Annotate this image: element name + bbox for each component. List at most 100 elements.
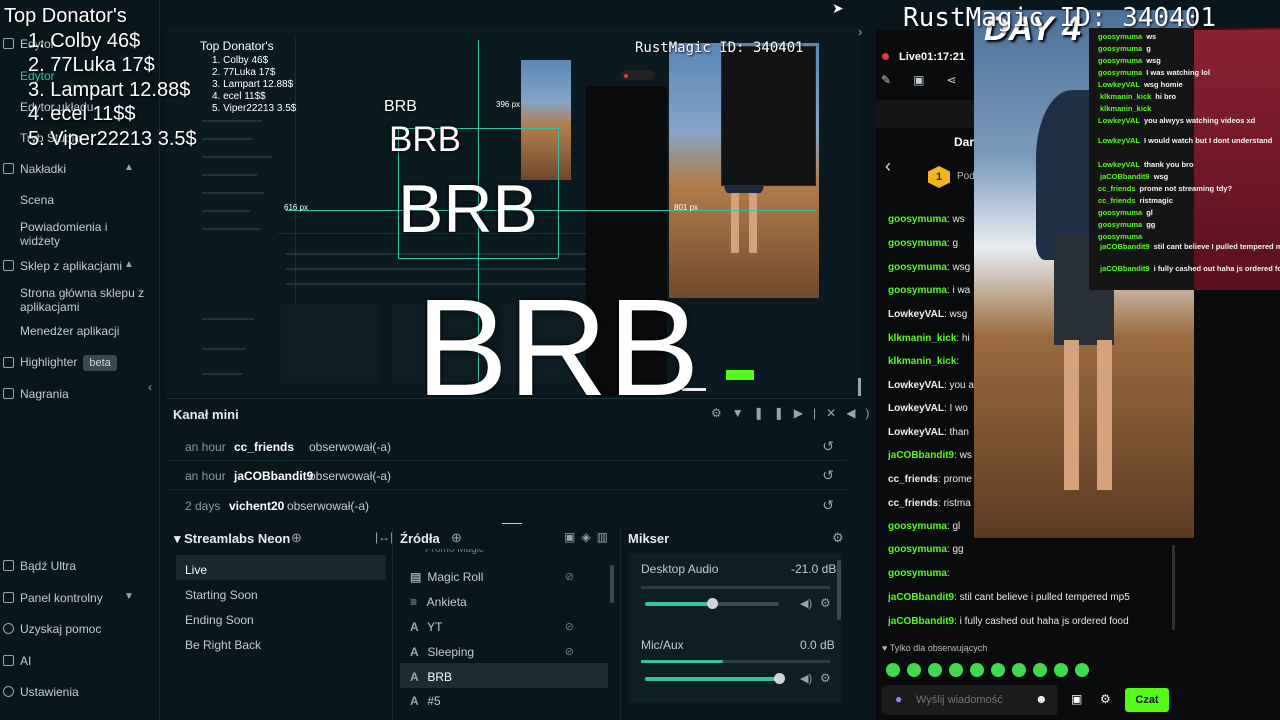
repeat-alert-icon[interactable]: ↺ — [822, 467, 834, 484]
emote-icon[interactable] — [907, 662, 921, 677]
mic-icon[interactable]: ● — [895, 692, 902, 706]
emote-icon[interactable] — [1012, 662, 1026, 677]
chat-username[interactable]: jaCOBbandit9 — [888, 592, 954, 603]
speaker-icon[interactable]: ◀) — [800, 672, 812, 685]
chat-username[interactable]: LowkeyVAL — [888, 380, 944, 391]
back-arrow-icon[interactable]: ‹ — [885, 156, 891, 177]
preview-scrollbar[interactable] — [858, 378, 861, 396]
sidebar-item-settings[interactable]: Ustawienia — [20, 685, 79, 699]
chat-username[interactable]: goosymuma — [888, 521, 947, 532]
sidebar-item-ultra[interactable]: Bądź Ultra — [20, 559, 76, 573]
speaker-icon[interactable]: ◀) — [800, 597, 812, 610]
channel-settings-gear-icon[interactable]: ⚙ — [820, 596, 831, 610]
source-item-yt[interactable]: A YT ⊘ — [400, 613, 608, 638]
chat-toolbar[interactable]: ✎▣⋖ — [881, 73, 978, 87]
volume-slider[interactable] — [645, 673, 785, 684]
mini-feed-controls[interactable]: ⚙▼❚❚▶|✕◀) — [711, 406, 879, 420]
scene-item-be-right-back[interactable]: Be Right Back — [176, 630, 386, 655]
sidebar-item-ai[interactable]: AI — [20, 654, 31, 668]
source-item-5[interactable]: A #5 — [400, 688, 608, 708]
sidebar-item-overlays[interactable]: Nakładki — [20, 162, 66, 176]
mixer-settings-gear-icon[interactable]: ⚙ — [832, 530, 844, 546]
filter-icon[interactable]: ▼ — [732, 406, 754, 420]
collapse-right-icon[interactable]: › — [858, 24, 862, 39]
sidebar-item-app-store[interactable]: Sklep z aplikacjami — [20, 259, 122, 273]
mixer-scrollbar[interactable] — [837, 560, 841, 620]
emote-icon[interactable] — [1054, 662, 1068, 677]
sidebar-item-app-store-home[interactable]: Strona główna sklepu z aplikacjami — [20, 286, 145, 314]
emote-icon[interactable] — [1033, 662, 1047, 677]
volume-slider[interactable] — [645, 598, 779, 609]
chat-username[interactable]: jaCOBbandit9 — [888, 616, 954, 627]
skip-icon[interactable]: ▶| — [794, 406, 826, 420]
pause-icon[interactable]: ❚❚ — [754, 406, 794, 420]
collapse-sidebar-icon[interactable]: ‹ — [148, 380, 152, 394]
stream-preview[interactable]: 396 px 616 px 801 px Top Donator's 1. Co… — [166, 28, 860, 396]
chat-username[interactable]: cc_friends — [888, 498, 938, 509]
emote-icon[interactable] — [970, 662, 984, 677]
add-source-icon[interactable]: ⊕ — [451, 530, 462, 546]
scene-item-starting-soon[interactable]: Starting Soon — [176, 580, 386, 605]
sources-scrollbar[interactable] — [610, 565, 614, 603]
add-scene-icon[interactable]: ⊕ — [291, 530, 302, 546]
chat-username[interactable]: goosymuma — [888, 262, 947, 273]
sidebar-item-highlighter[interactable]: Highlighter beta — [20, 355, 117, 371]
sidebar-item-help[interactable]: Uzyskaj pomoc — [20, 622, 101, 636]
source-item-brb[interactable]: A BRB — [400, 663, 608, 688]
folder-icon[interactable]: ▣ — [564, 530, 581, 544]
chat-username[interactable]: goosymuma — [888, 544, 947, 555]
chat-username[interactable]: LowkeyVAL — [888, 403, 944, 414]
source-item-ankieta[interactable]: ≡ Ankieta — [400, 588, 608, 613]
chat-message-input[interactable] — [916, 689, 1034, 711]
chat-username[interactable]: LowkeyVAL — [888, 427, 944, 438]
store-icon[interactable]: ▣ — [913, 73, 946, 87]
mute-alerts-icon[interactable]: ✕ — [826, 406, 846, 420]
chat-username[interactable]: goosymuma — [888, 238, 947, 249]
chat-username[interactable]: klkmanin_kick — [888, 356, 956, 367]
store-icon[interactable]: ▣ — [1071, 692, 1082, 706]
hidden-eye-icon[interactable]: ⊘ — [565, 570, 574, 583]
chevron-up-icon[interactable]: ▲ — [124, 162, 134, 173]
emote-icon[interactable] — [1075, 662, 1089, 677]
hidden-eye-icon[interactable]: ⊘ — [565, 620, 574, 633]
emote-icon[interactable] — [886, 662, 900, 677]
hidden-eye-icon[interactable]: ⊘ — [565, 645, 574, 658]
chat-username[interactable]: goosymuma — [888, 214, 947, 225]
repeat-alert-icon[interactable]: ↺ — [822, 438, 834, 455]
volume-knob[interactable] — [707, 598, 718, 609]
remove-source-icon[interactable]: ▥ — [597, 530, 614, 544]
emote-icon[interactable] — [991, 662, 1005, 677]
sidebar-item-recordings[interactable]: Nagrania — [20, 387, 69, 401]
channel-settings-gear-icon[interactable]: ⚙ — [820, 671, 831, 685]
emote-icon[interactable] — [928, 662, 942, 677]
chevron-up-icon[interactable]: ▲ — [124, 259, 134, 270]
scenes-title[interactable]: ▾ Streamlabs Neon — [174, 531, 290, 547]
sidebar-item-scene[interactable]: Scena — [20, 193, 54, 207]
chat-username[interactable]: LowkeyVAL — [888, 309, 944, 320]
emoji-icon[interactable]: ☻ — [1035, 692, 1048, 706]
source-item-sleeping[interactable]: A Sleeping ⊘ — [400, 638, 608, 663]
sidebar-item-app-manager[interactable]: Menedżer aplikacji — [20, 324, 119, 338]
edit-icon[interactable]: ✎ — [881, 73, 913, 87]
scene-item-ending-soon[interactable]: Ending Soon — [176, 605, 386, 630]
scene-item-live[interactable]: Live — [176, 555, 386, 580]
scene-transition-icon[interactable]: |↔| — [375, 530, 393, 544]
repeat-alert-icon[interactable]: ↺ — [822, 497, 834, 514]
chat-username[interactable]: klkmanin_kick — [888, 333, 956, 344]
chat-scrollbar[interactable] — [1172, 545, 1175, 630]
chevron-down-icon[interactable]: ▼ — [124, 591, 134, 602]
sidebar-item-dashboard[interactable]: Panel kontrolny — [20, 591, 103, 605]
volume-icon[interactable]: ◀) — [846, 406, 879, 420]
chat-username[interactable]: jaCOBbandit9 — [888, 450, 954, 461]
sources-toolbar[interactable]: ▣◈▥ — [564, 530, 614, 544]
volume-knob[interactable] — [774, 673, 785, 684]
source-item-magic-roll[interactable]: ▤ Magic Roll ⊘ — [400, 563, 608, 588]
chat-username[interactable]: goosymuma — [888, 285, 947, 296]
emote-icon[interactable] — [949, 662, 963, 677]
chat-username[interactable]: cc_friends — [888, 474, 938, 485]
chat-username[interactable]: goosymuma — [888, 568, 947, 579]
group-icon[interactable]: ◈ — [581, 530, 596, 544]
chat-settings-gear-icon[interactable]: ⚙ — [1100, 692, 1111, 706]
emote-bar[interactable] — [886, 661, 1096, 679]
send-chat-button[interactable]: Czat — [1125, 688, 1169, 712]
